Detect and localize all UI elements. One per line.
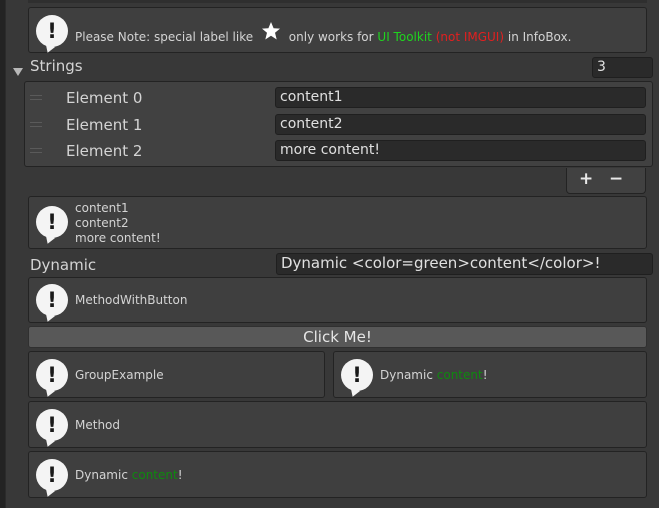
info-icon: !: [36, 206, 68, 238]
group-dynamic-text: Dynamic content!: [380, 368, 488, 383]
info-icon: !: [36, 459, 68, 491]
dynamic-box-text: Dynamic content!: [75, 468, 183, 483]
infobox-dynamic: ! Dynamic content!: [28, 451, 647, 498]
info-icon: !: [341, 359, 373, 391]
drag-handle-icon[interactable]: [30, 95, 42, 100]
info-icon: !: [36, 15, 68, 47]
element-0-field[interactable]: content1: [275, 87, 646, 108]
dynamic-prefix: Dynamic: [75, 468, 132, 482]
dynamic-label: Dynamic: [30, 256, 97, 274]
content-lines: content1 content2 more content!: [75, 201, 161, 246]
element-2-field[interactable]: more content!: [275, 140, 646, 161]
dynamic-suffix: !: [482, 368, 488, 382]
element-2-label: Element 2: [66, 142, 143, 160]
info-icon: !: [36, 284, 68, 316]
list-footer: + −: [566, 168, 646, 194]
infobox-method-with-button: ! MethodWithButton: [28, 277, 647, 323]
top-partial-field: [28, 0, 647, 3]
strings-label[interactable]: Strings: [30, 57, 83, 75]
infobox-note-text: Please Note: special label like only wor…: [75, 22, 572, 45]
infobox-note: ! Please Note: special label like only w…: [28, 7, 647, 53]
infobox-method: ! Method: [28, 401, 647, 448]
method-text: Method: [75, 418, 121, 432]
dynamic-colored: content: [436, 368, 483, 382]
content-line: content1: [75, 201, 129, 215]
note-toolkit: UI Toolkit: [377, 30, 432, 44]
strings-size-field[interactable]: 3: [592, 57, 653, 78]
add-button[interactable]: +: [579, 169, 593, 189]
remove-button[interactable]: −: [609, 169, 623, 189]
dynamic-suffix: !: [177, 468, 183, 482]
star-icon: [261, 22, 281, 40]
infobox-group-example: ! GroupExample: [28, 351, 325, 398]
content-line: more content!: [75, 231, 161, 245]
note-imgui: (not IMGUI): [435, 30, 505, 44]
element-0-label: Element 0: [66, 89, 143, 107]
element-1-label: Element 1: [66, 116, 143, 134]
left-panel-divider: [5, 0, 6, 508]
group-example-text: GroupExample: [75, 368, 164, 382]
foldout-arrow-icon[interactable]: [13, 62, 23, 76]
infobox-group-dynamic: ! Dynamic content!: [333, 351, 647, 398]
dynamic-colored: content: [131, 468, 178, 482]
note-suffix: in InfoBox.: [507, 30, 572, 44]
method-with-button-text: MethodWithButton: [75, 293, 188, 307]
click-me-button[interactable]: Click Me!: [28, 326, 647, 348]
note-prefix: Please Note: special label like: [75, 30, 254, 44]
note-middle: only works for: [288, 30, 374, 44]
element-1-field[interactable]: content2: [275, 114, 646, 135]
info-icon: !: [36, 359, 68, 391]
drag-handle-icon[interactable]: [30, 148, 42, 153]
dynamic-prefix: Dynamic: [380, 368, 437, 382]
dynamic-field[interactable]: Dynamic <color=green>content</color>!: [276, 253, 653, 275]
infobox-content: ! content1 content2 more content!: [28, 196, 647, 249]
content-line: content2: [75, 216, 129, 230]
drag-handle-icon[interactable]: [30, 122, 42, 127]
info-icon: !: [36, 409, 68, 441]
